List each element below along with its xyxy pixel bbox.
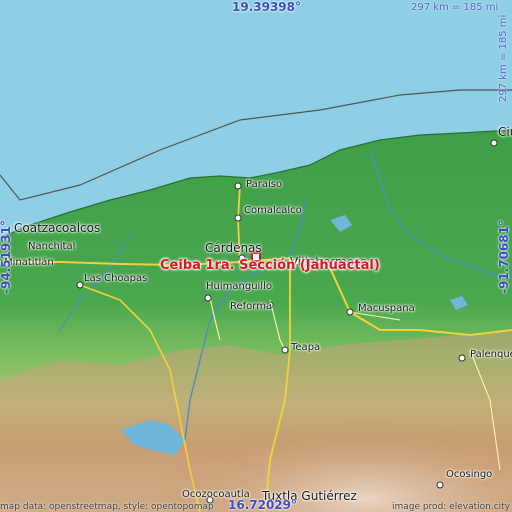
paraiso-marker[interactable] [234,182,242,190]
coord-top: 19.39398° [232,0,302,14]
scale-horizontal: 297 km = 185 mi [411,2,499,13]
city-label-cardenas: Cárdenas [205,241,262,255]
city-label-las-choapas: Las Choapas [84,273,148,284]
city-label-comalcalco: Comalcalco [244,205,302,216]
palenque-marker[interactable] [458,354,466,362]
city-label-ocosingo: Ocosingo [446,469,493,480]
comalcalco-marker[interactable] [234,214,242,222]
city-label-palenque: Palenque [470,349,512,360]
city-label-macuspana: Macuspana [358,303,415,314]
teapa-marker[interactable] [281,346,289,354]
las-choapas-marker[interactable] [76,281,84,289]
city-label-teapa: Teapa [291,342,321,353]
coord-left: -94.51931° [0,220,13,294]
terrain-map [0,0,512,512]
map-attribution: map data: openstreetmap, style: opentopo… [0,502,214,512]
scale-vertical: 297 km = 185 mi [498,14,509,102]
city-label-reforma: Reforma [230,301,273,312]
ocosingo-marker[interactable] [436,481,444,489]
macuspana-marker[interactable] [346,308,354,316]
image-producer-credit: image prod: elevation.city [391,502,510,512]
coord-right: -91.70681° [497,220,511,294]
huimanguillo-marker[interactable] [204,294,212,302]
city-label-coatzacoalcos: Coatzacoalcos [14,221,101,235]
city-label-nanchital: Nanchital [28,241,76,252]
selected-location-label: Ceiba 1ra. Sección (Jahuactal) [160,258,380,273]
city-label-paraiso: Paraíso [246,179,283,190]
city-label-ciudad: Ciu [498,125,512,139]
map-view[interactable]: Paraíso Comalcalco Cárdenas Villahermosa… [0,0,512,512]
coord-bottom: 16.72029° [228,498,298,512]
ciudad-marker[interactable] [490,139,498,147]
city-label-huimanguillo: Huimanguillo [206,281,272,292]
